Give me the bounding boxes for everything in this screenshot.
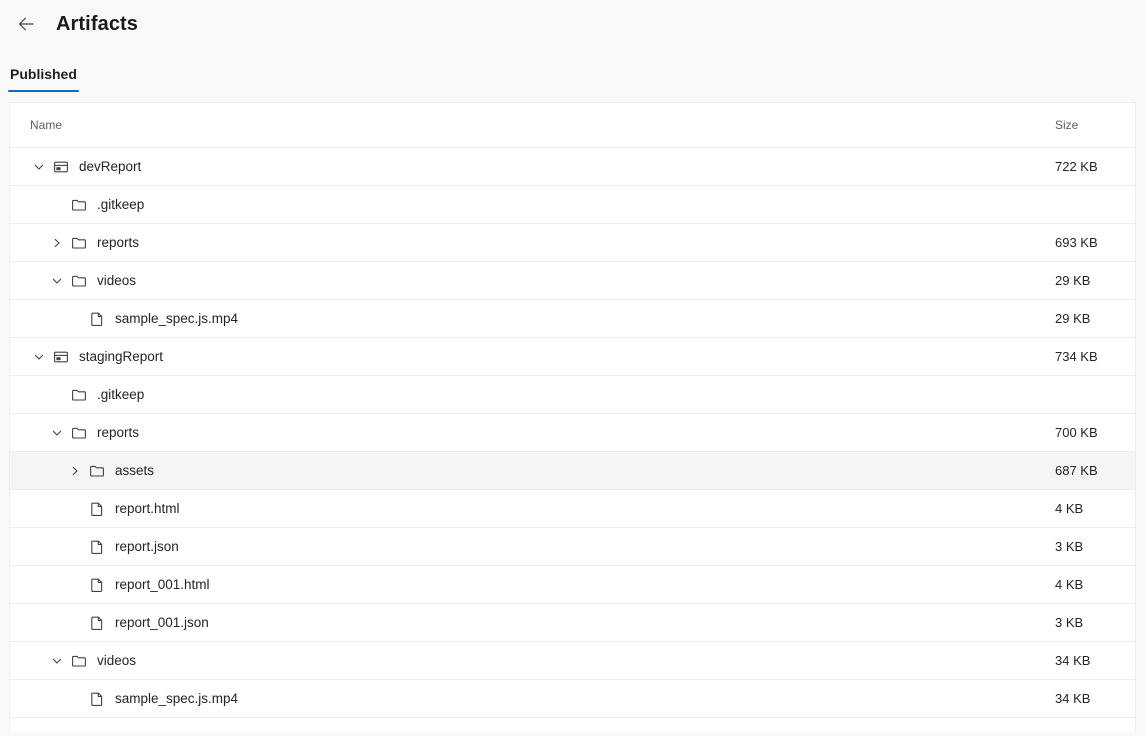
table-row[interactable]: report.html 4 KB: [10, 490, 1135, 528]
row-label: report.json: [115, 539, 179, 554]
row-name-cell: videos: [30, 272, 1055, 290]
table-row[interactable]: assets 687 KB: [10, 452, 1135, 490]
row-label: stagingReport: [79, 349, 164, 364]
row-size-cell: 734 KB: [1055, 349, 1098, 364]
row-size-cell: 29 KB: [1055, 311, 1091, 326]
artifacts-table: Name Size devReport 722 KB .gitkeep reports…: [9, 102, 1136, 732]
file-icon: [88, 310, 106, 328]
chevron-down-icon[interactable]: [48, 424, 66, 442]
chevron-down-icon[interactable]: [30, 158, 48, 176]
table-row[interactable]: videos 34 KB: [10, 642, 1135, 680]
table-row[interactable]: reports 693 KB: [10, 224, 1135, 262]
row-size-cell: 3 KB: [1055, 615, 1084, 630]
table-row[interactable]: stagingReport 734 KB: [10, 338, 1135, 376]
artifact-icon: [52, 158, 70, 176]
row-size-cell: 4 KB: [1055, 577, 1084, 592]
row-name-cell: devReport: [30, 158, 1055, 176]
chevron-down-icon[interactable]: [30, 348, 48, 366]
table-row[interactable]: .gitkeep: [10, 186, 1135, 224]
tab-published-label: Published: [10, 66, 77, 82]
row-size-cell: 34 KB: [1055, 691, 1091, 706]
table-row[interactable]: reports 700 KB: [10, 414, 1135, 452]
row-label: report_001.json: [115, 615, 209, 630]
folder-icon: [70, 272, 88, 290]
table-row[interactable]: report_001.html 4 KB: [10, 566, 1135, 604]
row-label: reports: [97, 235, 140, 250]
row-label: videos: [97, 653, 137, 668]
row-size-cell: 693 KB: [1055, 235, 1098, 250]
tab-strip: Published: [0, 52, 1145, 92]
row-name-cell: videos: [30, 652, 1055, 670]
row-name-cell: assets: [30, 462, 1055, 480]
file-icon: [88, 538, 106, 556]
row-size-cell: 3 KB: [1055, 539, 1084, 554]
row-size-cell: 4 KB: [1055, 501, 1084, 516]
row-size-cell: 29 KB: [1055, 273, 1091, 288]
artifact-icon: [52, 348, 70, 366]
row-label: .gitkeep: [97, 387, 145, 402]
chevron-right-icon[interactable]: [48, 234, 66, 252]
file-icon: [88, 614, 106, 632]
row-label: reports: [97, 425, 140, 440]
row-name-cell: .gitkeep: [30, 386, 1055, 404]
row-name-cell: report_001.json: [30, 614, 1055, 632]
folder-icon: [70, 196, 88, 214]
row-name-cell: reports: [30, 424, 1055, 442]
column-header-name[interactable]: Name: [30, 118, 1055, 132]
table-row[interactable]: sample_spec.js.mp4 29 KB: [10, 300, 1135, 338]
row-size-cell: 722 KB: [1055, 159, 1098, 174]
file-icon: [88, 576, 106, 594]
row-name-cell: report.json: [30, 538, 1055, 556]
table-header-row: Name Size: [10, 103, 1135, 148]
folder-icon: [70, 386, 88, 404]
row-name-cell: report.html: [30, 500, 1055, 518]
row-label: videos: [97, 273, 137, 288]
column-header-size[interactable]: Size: [1055, 118, 1115, 132]
row-label: sample_spec.js.mp4: [115, 311, 239, 326]
row-size-cell: 34 KB: [1055, 653, 1091, 668]
file-icon: [88, 690, 106, 708]
folder-icon: [70, 234, 88, 252]
chevron-right-icon[interactable]: [66, 462, 84, 480]
row-name-cell: reports: [30, 234, 1055, 252]
arrow-left-icon: [16, 14, 36, 34]
folder-icon: [88, 462, 106, 480]
row-name-cell: .gitkeep: [30, 196, 1055, 214]
page-title: Artifacts: [56, 12, 139, 35]
chevron-down-icon[interactable]: [48, 652, 66, 670]
file-icon: [88, 500, 106, 518]
row-label: devReport: [79, 159, 142, 174]
page-header: Artifacts: [0, 0, 1145, 48]
row-name-cell: sample_spec.js.mp4: [30, 310, 1055, 328]
row-size-cell: 700 KB: [1055, 425, 1098, 440]
row-name-cell: sample_spec.js.mp4: [30, 690, 1055, 708]
row-label: report_001.html: [115, 577, 210, 592]
table-row[interactable]: devReport 722 KB: [10, 148, 1135, 186]
table-row[interactable]: sample_spec.js.mp4 34 KB: [10, 680, 1135, 718]
table-row[interactable]: report_001.json 3 KB: [10, 604, 1135, 642]
folder-icon: [70, 424, 88, 442]
tab-published[interactable]: Published: [8, 66, 79, 92]
row-label: .gitkeep: [97, 197, 145, 212]
table-body: devReport 722 KB .gitkeep reports 693 KB vide…: [10, 148, 1135, 718]
chevron-down-icon[interactable]: [48, 272, 66, 290]
table-row[interactable]: videos 29 KB: [10, 262, 1135, 300]
folder-icon: [70, 652, 88, 670]
row-label: sample_spec.js.mp4: [115, 691, 239, 706]
back-button[interactable]: [10, 8, 42, 40]
row-name-cell: report_001.html: [30, 576, 1055, 594]
table-row[interactable]: .gitkeep: [10, 376, 1135, 414]
row-label: assets: [115, 463, 155, 478]
row-name-cell: stagingReport: [30, 348, 1055, 366]
table-row[interactable]: report.json 3 KB: [10, 528, 1135, 566]
row-size-cell: 687 KB: [1055, 463, 1098, 478]
row-label: report.html: [115, 501, 180, 516]
